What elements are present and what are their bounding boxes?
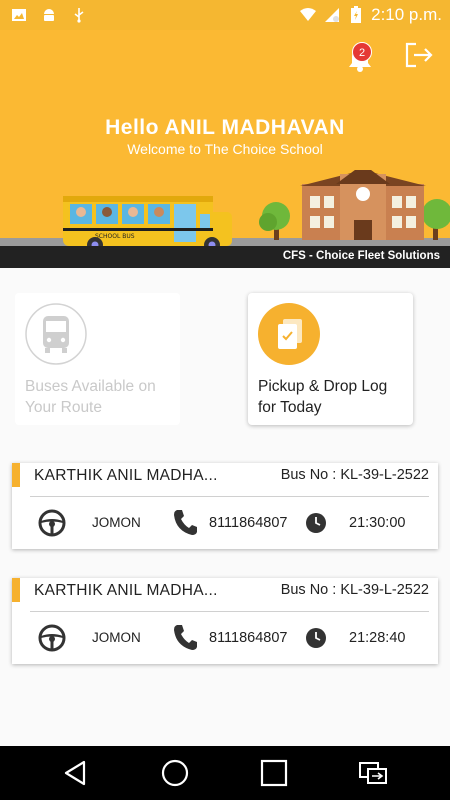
student-name: KARTHIK ANIL MADHA... bbox=[34, 467, 218, 484]
notification-badge: 2 bbox=[352, 42, 372, 62]
image-notification-icon bbox=[10, 6, 28, 24]
clock-text: 2:10 p.m. bbox=[371, 5, 442, 24]
divider bbox=[30, 611, 429, 612]
wifi-icon bbox=[299, 6, 317, 24]
card-accent bbox=[12, 463, 20, 487]
header-banner: 2 Hello ANIL MADHAVAN Welcome to The Cho… bbox=[0, 30, 450, 268]
school-bus: SCHOOL BUS bbox=[63, 196, 232, 250]
system-navigation-bar bbox=[0, 746, 450, 800]
welcome-text: Welcome to The Choice School bbox=[127, 141, 323, 157]
brand-bar: CFS - Choice Fleet Solutions bbox=[0, 246, 450, 268]
log-icon bbox=[258, 303, 320, 365]
home-icon[interactable] bbox=[160, 758, 190, 788]
trip-time: 21:30:00 bbox=[349, 515, 406, 531]
divider bbox=[30, 496, 429, 497]
android-icon bbox=[40, 6, 58, 24]
school-bus-illustration: SCHOOL BUS bbox=[0, 170, 450, 250]
driver-name: JOMON bbox=[92, 515, 141, 530]
bus-sign: SCHOOL BUS bbox=[95, 233, 135, 240]
buses-available-label: Buses Available on Your Route bbox=[25, 378, 156, 416]
phone-icon[interactable] bbox=[172, 508, 198, 536]
logout-icon[interactable] bbox=[404, 42, 434, 68]
pickup-drop-log-tile[interactable]: Pickup & Drop Log for Today bbox=[248, 293, 413, 425]
greeting: Hello ANIL MADHAVAN bbox=[105, 116, 345, 139]
brand-text: CFS - Choice Fleet Solutions bbox=[282, 250, 440, 262]
steering-wheel-icon bbox=[38, 624, 66, 652]
trip-time: 21:28:40 bbox=[349, 630, 406, 646]
signal-icon bbox=[323, 6, 341, 24]
driver-phone[interactable]: 8111864807 bbox=[209, 515, 288, 531]
usb-icon bbox=[70, 6, 88, 24]
bus-number: Bus No : KL-39-L-2522 bbox=[280, 582, 429, 598]
recents-icon[interactable] bbox=[259, 758, 289, 788]
buses-available-tile[interactable]: Buses Available on Your Route bbox=[15, 293, 180, 425]
clock-icon bbox=[306, 513, 326, 533]
student-name: KARTHIK ANIL MADHA... bbox=[34, 582, 218, 599]
driver-phone[interactable]: 8111864807 bbox=[209, 630, 288, 646]
back-icon[interactable] bbox=[60, 758, 90, 788]
switch-app-icon[interactable] bbox=[358, 758, 388, 788]
card-accent bbox=[12, 578, 20, 602]
bus-number: Bus No : KL-39-L-2522 bbox=[280, 467, 429, 483]
bus-icon bbox=[25, 303, 87, 365]
pickup-drop-log-label: Pickup & Drop Log for Today bbox=[258, 378, 388, 416]
battery-icon bbox=[347, 6, 365, 24]
clock-icon bbox=[306, 628, 326, 648]
phone-icon[interactable] bbox=[172, 623, 198, 651]
driver-name: JOMON bbox=[92, 630, 141, 645]
trip-card[interactable]: KARTHIK ANIL MADHA... Bus No : KL-39-L-2… bbox=[12, 463, 438, 549]
school-building bbox=[300, 170, 426, 240]
status-bar: 2:10 p.m. bbox=[0, 0, 450, 30]
steering-wheel-icon bbox=[38, 509, 66, 537]
trip-card[interactable]: KARTHIK ANIL MADHA... Bus No : KL-39-L-2… bbox=[12, 578, 438, 664]
